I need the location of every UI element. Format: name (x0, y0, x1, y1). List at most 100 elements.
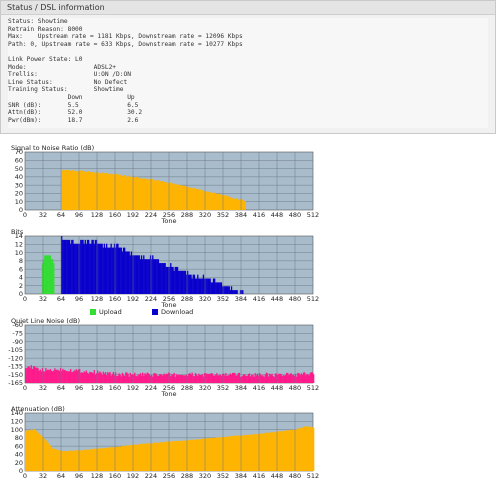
y-tick-label: -75 (12, 329, 23, 337)
x-tick-label: 96 (75, 384, 83, 392)
download-bar (242, 290, 244, 294)
x-tick-label: 512 (307, 472, 319, 480)
y-tick-label: 140 (11, 409, 23, 417)
x-tick-label: 192 (127, 295, 139, 303)
x-tick-label: 64 (57, 211, 65, 219)
x-tick-label: 288 (181, 211, 193, 219)
x-tick-label: 160 (109, 211, 121, 219)
y-tick-label: 60 (15, 156, 23, 164)
x-tick-label: 320 (199, 472, 211, 480)
x-tick-label: 416 (253, 295, 265, 303)
x-tick-label: 448 (271, 211, 283, 219)
x-tick-label: 224 (145, 211, 157, 219)
download-legend-swatch (152, 309, 158, 315)
x-tick-label: 160 (109, 295, 121, 303)
x-tick-label: 224 (145, 295, 157, 303)
attenuation-chart: 1401201008060402000 32 64 96 128 160 192 224 256… (11, 409, 320, 480)
bits-chart: 141210864200 32 64 96 128 160 192 224 256 288 320 3… (15, 232, 319, 316)
x-tick-label: 96 (75, 472, 83, 480)
x-tick-label: 352 (217, 211, 229, 219)
y-tick-label: 60 (15, 442, 23, 450)
x-tick-label: 320 (199, 211, 211, 219)
x-tick-label: 192 (127, 384, 139, 392)
x-tick-label: 352 (217, 384, 229, 392)
y-tick-label: 10 (15, 198, 23, 206)
x-tick-label: 32 (39, 295, 47, 303)
x-tick-label: 384 (235, 295, 247, 303)
y-tick-label: 40 (15, 451, 23, 459)
x-tick-label: 480 (289, 384, 301, 392)
y-tick-label: 2 (19, 282, 23, 290)
download-bar (236, 290, 238, 294)
x-tick-label: 352 (217, 472, 229, 480)
noise-chart: -60-75-90-105-120-135-150-1650 32 64 96 128 1… (8, 321, 319, 398)
status-text: Status: Showtime Retrain Reason: 8000 Ma… (8, 18, 243, 124)
x-tick-label: 0 (23, 211, 27, 219)
dsl-status-panel: Status / DSL information Status: Showtim… (0, 0, 496, 134)
x-tick-label: 416 (253, 211, 265, 219)
x-tick-label: 384 (235, 472, 247, 480)
x-tick-label: 32 (39, 384, 47, 392)
x-tick-label: 64 (57, 384, 65, 392)
x-tick-label: 64 (57, 472, 65, 480)
y-tick-label: -60 (12, 321, 23, 329)
y-tick-label: 40 (15, 173, 23, 181)
status-text-box: Status: Showtime Retrain Reason: 8000 Ma… (8, 18, 488, 128)
y-tick-label: 12 (15, 240, 23, 248)
x-tick-label: 512 (307, 211, 319, 219)
y-tick-label: 100 (11, 426, 23, 434)
x-axis-label: Tone (161, 217, 177, 225)
x-tick-label: 448 (271, 295, 283, 303)
attenuation-bar (313, 427, 315, 471)
x-tick-label: 128 (91, 384, 103, 392)
y-tick-label: -105 (8, 346, 23, 354)
x-tick-label: 384 (235, 211, 247, 219)
x-tick-label: 128 (91, 211, 103, 219)
x-tick-label: 512 (307, 295, 319, 303)
noise-bar (313, 374, 315, 383)
y-tick-label: 120 (11, 417, 23, 425)
x-tick-label: 160 (109, 384, 121, 392)
y-tick-label: 20 (15, 459, 23, 467)
x-tick-label: 320 (199, 295, 211, 303)
x-tick-label: 448 (271, 384, 283, 392)
x-tick-label: 96 (75, 295, 83, 303)
x-tick-label: 288 (181, 295, 193, 303)
x-tick-label: 320 (199, 384, 211, 392)
download-legend-label: Download (161, 308, 193, 316)
y-tick-label: 70 (15, 148, 23, 156)
y-tick-label: -120 (8, 354, 23, 362)
x-tick-label: 0 (23, 384, 27, 392)
panel-header: Status / DSL information (1, 1, 495, 15)
x-tick-label: 32 (39, 211, 47, 219)
y-tick-label: 50 (15, 165, 23, 173)
x-tick-label: 128 (91, 295, 103, 303)
x-tick-label: 448 (271, 472, 283, 480)
x-tick-label: 224 (145, 384, 157, 392)
upload-legend-swatch (90, 309, 96, 315)
snr-bar (244, 200, 246, 210)
y-tick-label: 30 (15, 181, 23, 189)
y-tick-label: -150 (8, 371, 23, 379)
x-tick-label: 480 (289, 472, 301, 480)
x-tick-label: 64 (57, 295, 65, 303)
y-tick-label: 8 (19, 257, 23, 265)
x-tick-label: 0 (23, 295, 27, 303)
upload-legend-label: Upload (99, 308, 122, 316)
x-tick-label: 32 (39, 472, 47, 480)
x-tick-label: 0 (23, 472, 27, 480)
y-tick-label: 6 (19, 265, 23, 273)
x-tick-label: 480 (289, 211, 301, 219)
x-tick-label: 192 (127, 211, 139, 219)
x-tick-label: 224 (145, 472, 157, 480)
x-tick-label: 160 (109, 472, 121, 480)
y-tick-label: 4 (19, 274, 23, 282)
upload-bar (53, 263, 55, 294)
x-tick-label: 128 (91, 472, 103, 480)
x-tick-label: 288 (181, 472, 193, 480)
x-tick-label: 288 (181, 384, 193, 392)
y-tick-label: 80 (15, 434, 23, 442)
x-tick-label: 256 (163, 472, 175, 480)
x-tick-label: 96 (75, 211, 83, 219)
x-tick-label: 480 (289, 295, 301, 303)
